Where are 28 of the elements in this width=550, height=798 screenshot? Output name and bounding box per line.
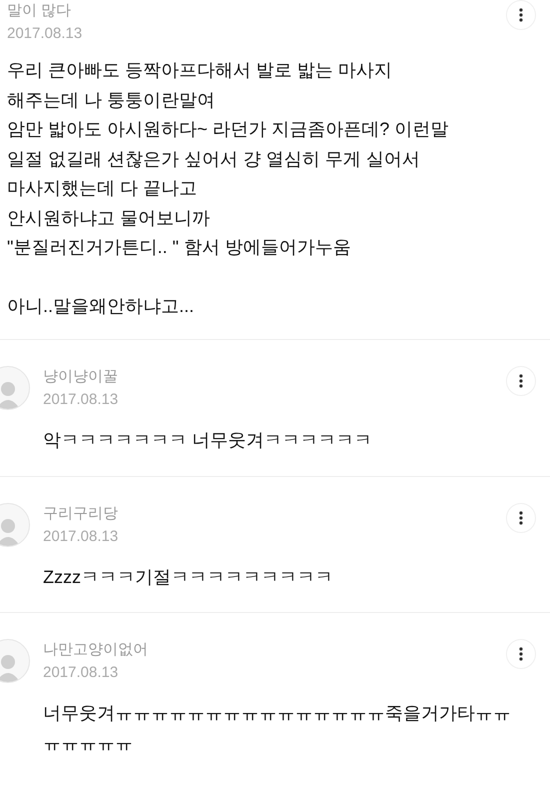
post-date: 2017.08.13 xyxy=(7,24,82,44)
more-icon xyxy=(519,510,523,524)
comment-text-line: 암만 밟아도 아시원하다~ 라던가 지금좀아픈데? 이런말 xyxy=(7,118,450,141)
author-name: 나만고양이없어 xyxy=(43,640,149,660)
comment-date: 2017.08.13 xyxy=(43,390,120,410)
comment-text-line: 안시원하냐고 물어보니까 xyxy=(7,206,212,230)
comment-text-line: 너무웃겨ㅠㅠㅠㅠㅠㅠㅠㅠㅠㅠㅠㅠㅠㅠㅠ죽을거가타ㅠㅠ xyxy=(43,702,512,725)
comment-text-line: 해주는데 나 퉁퉁이란말여 xyxy=(7,88,216,112)
comment-text-line: Zzzzㅋㅋㅋ기절ㅋㅋㅋㅋㅋㅋㅋㅋㅋ xyxy=(43,566,334,588)
comment-text-line: 아니..말을왜안하냐고... xyxy=(7,294,196,318)
comment-text-line: ㅠㅠㅠㅠㅠ xyxy=(43,732,134,754)
comment-text-line: 우리 큰아빠도 등짝아프다해서 발로 밟는 마사지 xyxy=(7,59,394,82)
comment-text-line: 일절 없길래 션찮은가 싶어서 걍 열심히 무게 실어서 xyxy=(7,148,422,170)
author-name: 말이 많다 xyxy=(7,1,72,21)
comment-text-line: 악ㅋㅋㅋㅋㅋㅋㅋ 너무웃겨ㅋㅋㅋㅋㅋㅋ xyxy=(43,429,374,452)
more-button[interactable] xyxy=(506,502,536,532)
comment-text-line: 마사지했는데 다 끝나고 xyxy=(7,177,198,200)
more-button[interactable] xyxy=(506,0,536,30)
more-button[interactable] xyxy=(506,639,536,669)
more-button[interactable] xyxy=(506,366,536,396)
author-name: 구리구리당 xyxy=(43,504,119,524)
comment-date: 2017.08.13 xyxy=(43,663,120,683)
comment-date: 2017.08.13 xyxy=(43,526,120,546)
more-icon xyxy=(519,8,523,22)
more-icon xyxy=(519,374,523,388)
more-icon xyxy=(519,647,523,661)
comment-text-line: "분질러진거가튼디.. " 함서 방에들어가누움 xyxy=(7,236,352,259)
author-name: 냥이냥이꿀 xyxy=(43,367,119,387)
